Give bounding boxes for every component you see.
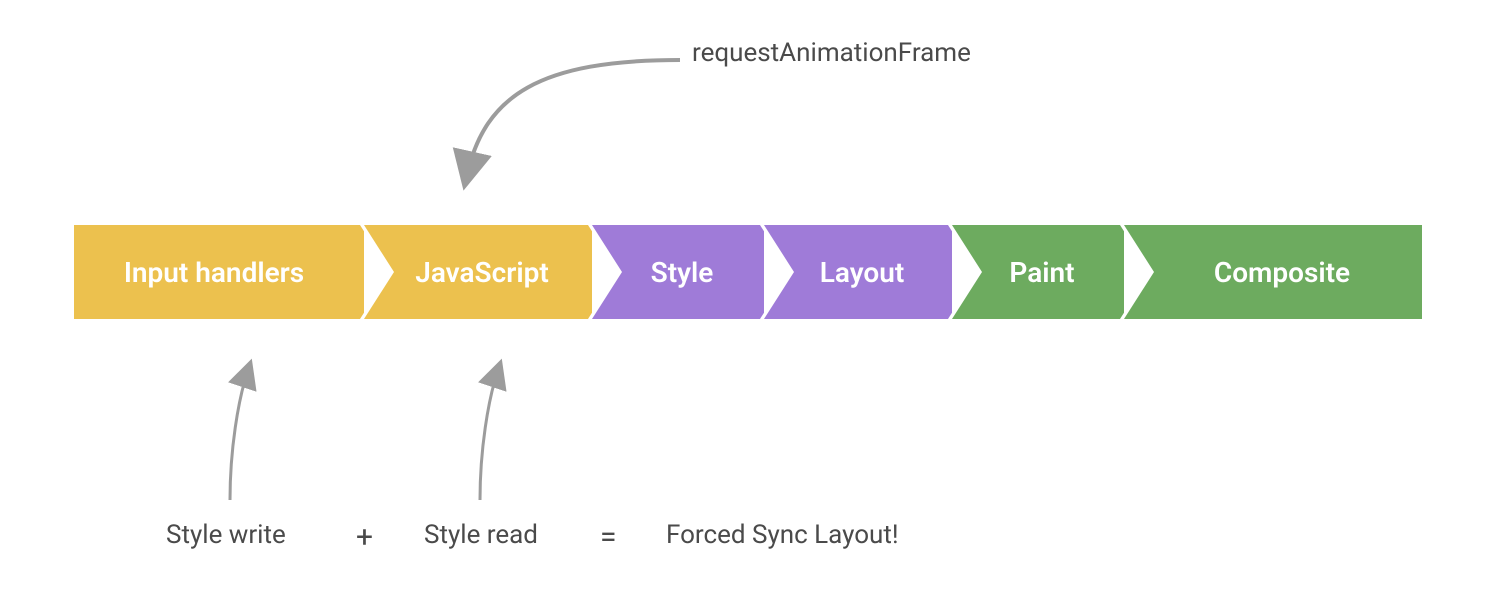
equals-label: =: [600, 520, 616, 555]
style-write-label: Style write: [166, 520, 286, 550]
arrow-style-read-icon: [0, 0, 1496, 605]
fsl-label: Forced Sync Layout!: [666, 520, 899, 550]
plus-label: +: [356, 520, 373, 555]
style-read-label: Style read: [424, 520, 538, 550]
